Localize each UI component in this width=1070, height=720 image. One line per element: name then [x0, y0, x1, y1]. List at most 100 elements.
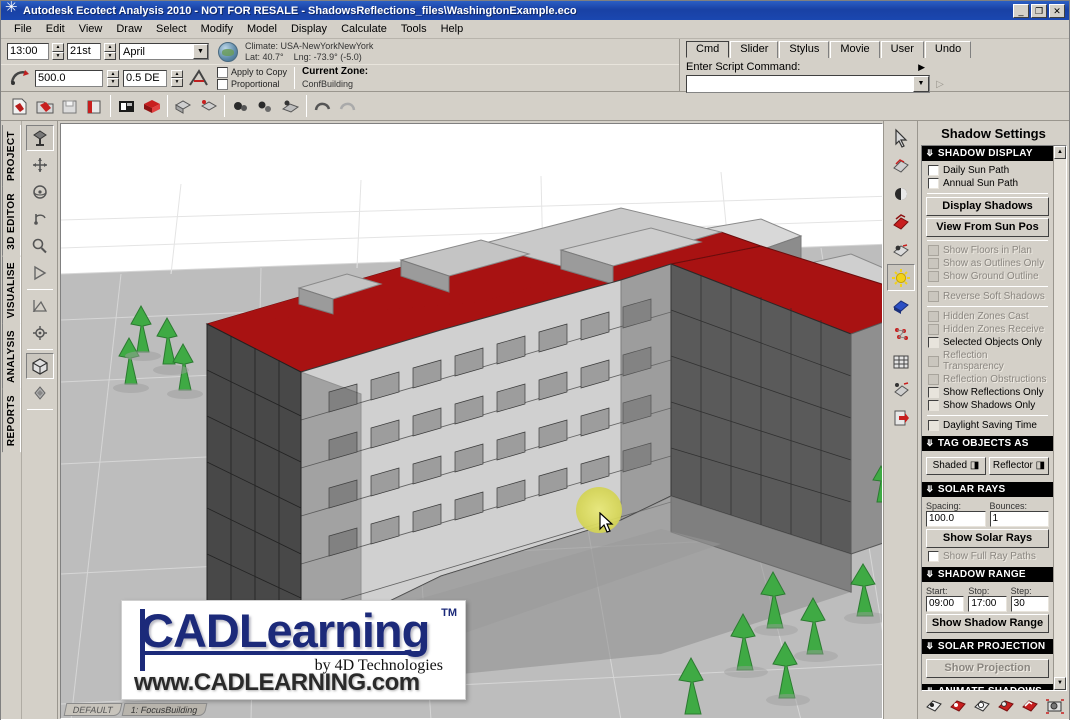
- proportional-checkbox[interactable]: Proportional: [217, 78, 287, 90]
- day-input[interactable]: 21st: [67, 43, 101, 60]
- checkbox-box[interactable]: [928, 355, 939, 367]
- checkbox-box[interactable]: [928, 165, 939, 176]
- material-icon[interactable]: [139, 95, 164, 118]
- sidebar-item-reports[interactable]: REPORTS: [1, 389, 21, 453]
- zone-manager-icon[interactable]: [114, 95, 139, 118]
- view-from-sun-pos-button[interactable]: View From Sun Pos: [926, 218, 1049, 237]
- menu-draw[interactable]: Draw: [109, 21, 149, 37]
- close-button[interactable]: ✕: [1049, 3, 1065, 18]
- plane-tool-icon[interactable]: [26, 293, 54, 319]
- node-tool-icon[interactable]: [26, 380, 54, 406]
- export-icon[interactable]: [886, 404, 915, 431]
- checkbox-show-floors-in-plan[interactable]: Show Floors in Plan: [926, 244, 1049, 257]
- checkbox-show-ground-outline[interactable]: Show Ground Outline: [926, 270, 1049, 283]
- camera-icon[interactable]: [1044, 697, 1066, 715]
- angle-stepper[interactable]: ▲ ▼: [171, 69, 183, 87]
- proportional-box[interactable]: [217, 78, 228, 90]
- checkbox-reflection-transparency[interactable]: Reflection Transparency: [926, 349, 1049, 373]
- menu-tools[interactable]: Tools: [394, 21, 434, 37]
- sidebar-item-3d-editor[interactable]: 3D EDITOR: [1, 187, 21, 256]
- checkbox-daily-sun-path[interactable]: Daily Sun Path: [926, 164, 1049, 177]
- checkbox-show-as-outlines-only[interactable]: Show as Outlines Only: [926, 257, 1049, 270]
- checkbox-box[interactable]: [928, 178, 939, 189]
- lighting-icon[interactable]: [886, 152, 915, 179]
- section-header-shadow-display[interactable]: ⤋ SHADOW DISPLAY: [922, 146, 1053, 161]
- show-solar-rays-button[interactable]: Show Solar Rays: [926, 529, 1049, 548]
- checkbox-box[interactable]: [928, 324, 939, 335]
- section-header-tag-objects-as[interactable]: ⤋ TAG OBJECTS AS: [922, 436, 1053, 451]
- checkbox-box[interactable]: [928, 245, 939, 256]
- tab-undo[interactable]: Undo: [924, 41, 972, 58]
- checkbox-box[interactable]: [928, 291, 939, 302]
- angle-tool-icon[interactable]: [187, 68, 209, 88]
- stop-input[interactable]: 17:00: [968, 596, 1007, 612]
- spacing-input[interactable]: 100.0: [926, 511, 986, 527]
- checkbox-annual-sun-path[interactable]: Annual Sun Path: [926, 177, 1049, 190]
- shadow-reflect-icon[interactable]: [1020, 697, 1040, 715]
- pan-tool-icon[interactable]: [26, 152, 54, 178]
- shadow-outline-icon[interactable]: [972, 697, 992, 715]
- checkbox-show-full-ray-paths[interactable]: Show Full Ray Paths: [926, 550, 1049, 563]
- gear-render-icon[interactable]: [278, 95, 303, 118]
- show-shadow-range-button[interactable]: Show Shadow Range: [926, 614, 1049, 633]
- apply-to-copy-checkbox[interactable]: Apply to Copy: [217, 66, 287, 78]
- checkbox-box[interactable]: [928, 387, 939, 398]
- day-stepper[interactable]: ▲ ▼: [104, 43, 116, 60]
- settings-scrollbar[interactable]: ▲ ▼: [1053, 146, 1066, 690]
- menu-display[interactable]: Display: [284, 21, 334, 37]
- sun-icon[interactable]: [886, 264, 915, 291]
- time-input[interactable]: 13:00: [7, 43, 49, 60]
- print-icon[interactable]: [82, 95, 107, 118]
- scroll-up-button[interactable]: ▲: [1054, 146, 1066, 159]
- sidebar-item-project[interactable]: PROJECT: [1, 125, 21, 188]
- start-input[interactable]: 09:00: [926, 596, 965, 612]
- show-projection-button[interactable]: Show Projection: [926, 659, 1049, 678]
- materials-icon[interactable]: [886, 180, 915, 207]
- tab-stylus[interactable]: Stylus: [779, 41, 830, 58]
- tab-slider[interactable]: Slider: [730, 41, 779, 58]
- menu-view[interactable]: View: [72, 21, 110, 37]
- thermal-icon[interactable]: [886, 208, 915, 235]
- viewport-tab-default[interactable]: DEFAULT: [63, 703, 123, 716]
- checkbox-hidden-zones-receive[interactable]: Hidden Zones Receive: [926, 323, 1049, 336]
- script-command-input[interactable]: ▼: [686, 75, 930, 93]
- checkbox-box[interactable]: [928, 258, 939, 269]
- sidebar-item-visualise[interactable]: VISUALISE: [1, 255, 21, 325]
- display-shadows-button[interactable]: Display Shadows: [926, 197, 1049, 216]
- arrow-select-icon[interactable]: [886, 124, 915, 151]
- distance-stepper[interactable]: ▲ ▼: [107, 69, 119, 87]
- checkbox-box[interactable]: [928, 551, 939, 562]
- month-select[interactable]: April ▼: [119, 43, 209, 60]
- checkbox-box[interactable]: [928, 420, 939, 431]
- chevron-down-icon[interactable]: ▼: [913, 76, 929, 92]
- checkbox-show-shadows-only[interactable]: Show Shadows Only: [926, 399, 1049, 412]
- zoom-tool-icon[interactable]: [26, 233, 54, 259]
- section-header-animate-shadows[interactable]: ⤋ ANIMATE SHADOWS: [922, 684, 1053, 690]
- gear-settings-icon[interactable]: [228, 95, 253, 118]
- menu-modify[interactable]: Modify: [194, 21, 240, 37]
- particle-icon[interactable]: [886, 320, 915, 347]
- tag-reflector-button[interactable]: Reflector ◨: [989, 457, 1049, 475]
- redo-icon[interactable]: [335, 95, 360, 118]
- checkbox-daylight-saving-time[interactable]: Daylight Saving Time: [926, 419, 1049, 432]
- checkbox-selected-objects-only[interactable]: Selected Objects Only: [926, 336, 1049, 349]
- grid-analysis-icon[interactable]: [886, 348, 915, 375]
- menu-calculate[interactable]: Calculate: [334, 21, 394, 37]
- shadow-fill-icon[interactable]: [996, 697, 1016, 715]
- new-file-icon[interactable]: [7, 95, 32, 118]
- orbit-tool-icon[interactable]: [26, 179, 54, 205]
- zone-object-tool-icon[interactable]: [25, 125, 54, 151]
- section-header-shadow-range[interactable]: ⤋ SHADOW RANGE: [922, 567, 1053, 582]
- sidebar-item-analysis[interactable]: ANALYSIS: [1, 324, 21, 390]
- rotate-tool-icon[interactable]: [26, 206, 54, 232]
- menu-help[interactable]: Help: [434, 21, 471, 37]
- acoustic-icon[interactable]: [886, 376, 915, 403]
- checkbox-box[interactable]: [928, 400, 939, 411]
- chevron-down-icon[interactable]: ▼: [193, 44, 208, 59]
- walkthrough-tool-icon[interactable]: [26, 260, 54, 286]
- tab-cmd[interactable]: Cmd: [686, 41, 730, 58]
- maximize-button[interactable]: ❐: [1031, 3, 1047, 18]
- menu-edit[interactable]: Edit: [39, 21, 72, 37]
- tab-movie[interactable]: Movie: [830, 41, 880, 58]
- checkbox-box[interactable]: [928, 337, 939, 348]
